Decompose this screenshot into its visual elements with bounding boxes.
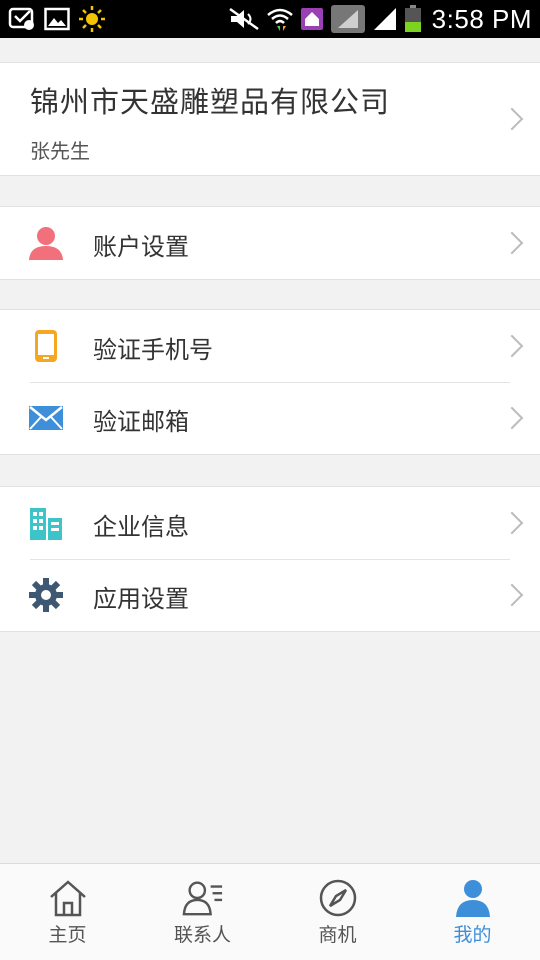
status-bar: 3:58 PM: [0, 0, 540, 38]
menu-item-label: 应用设置: [93, 585, 189, 613]
user-icon: [28, 225, 64, 261]
company-contact: 张先生: [30, 139, 90, 163]
phone-icon: [28, 328, 64, 364]
menu-group-verify: 验证手机号 验证邮箱: [0, 309, 540, 455]
chevron-right-icon: [500, 231, 524, 255]
menu-item-verify-phone[interactable]: 验证手机号: [0, 310, 540, 382]
company-name: 锦州市天盛雕塑品有限公司: [30, 85, 391, 119]
chevron-right-icon: [500, 583, 524, 607]
compass-icon: [317, 878, 359, 918]
chevron-right-icon: [500, 334, 524, 358]
nav-contacts[interactable]: 联系人: [135, 864, 270, 960]
menu-item-app-settings[interactable]: 应用设置: [0, 559, 540, 631]
nav-opportunities[interactable]: 商机: [270, 864, 405, 960]
image-icon: [44, 7, 70, 31]
menu-item-label: 企业信息: [93, 513, 189, 541]
bottom-nav: 主页 联系人 商机 我的: [0, 863, 540, 960]
company-card[interactable]: 锦州市天盛雕塑品有限公司 张先生: [0, 62, 540, 176]
menu-item-company-info[interactable]: 企业信息: [0, 487, 540, 559]
menu-item-account-settings[interactable]: 账户设置: [0, 207, 540, 279]
mute-icon: [228, 7, 260, 31]
menu-item-label: 验证手机号: [93, 336, 213, 364]
menu-group-account: 账户设置: [0, 206, 540, 280]
cell-signal-icon: [372, 6, 398, 32]
chevron-right-icon: [500, 406, 524, 430]
chevron-right-icon: [500, 107, 524, 131]
gear-icon: [28, 577, 64, 613]
battery-icon: [404, 5, 422, 33]
menu-group-company: 企业信息 应用设置: [0, 486, 540, 632]
menu-item-label: 验证邮箱: [93, 408, 189, 436]
status-time: 3:58 PM: [431, 3, 532, 34]
nav-home[interactable]: 主页: [0, 864, 135, 960]
mail-icon: [28, 400, 64, 436]
nav-label: 主页: [48, 924, 87, 946]
home-app-icon: [300, 7, 324, 31]
nav-mine[interactable]: 我的: [405, 864, 540, 960]
weather-sun-icon: [78, 5, 106, 33]
home-icon: [47, 878, 89, 918]
chevron-right-icon: [500, 511, 524, 535]
menu-item-verify-email[interactable]: 验证邮箱: [0, 382, 540, 454]
nav-label: 商机: [318, 924, 357, 946]
missed-call-icon: [8, 6, 36, 32]
menu-item-label: 账户设置: [93, 233, 189, 261]
person-icon: [452, 878, 494, 918]
nav-label: 我的: [453, 924, 492, 946]
nav-label: 联系人: [173, 924, 231, 946]
building-icon: [28, 505, 64, 541]
contacts-icon: [182, 878, 224, 918]
signal-box-icon: [330, 4, 366, 34]
wifi-icon: [266, 5, 294, 33]
